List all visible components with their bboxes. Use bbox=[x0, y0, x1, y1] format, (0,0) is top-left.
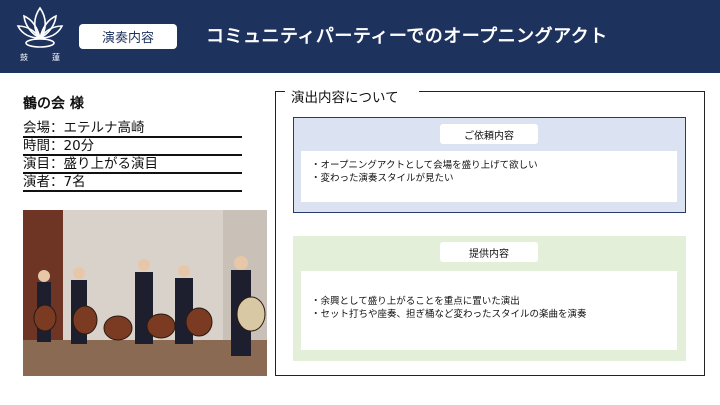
info-performers: 演者：7名 bbox=[23, 174, 242, 192]
info-program: 演目：盛り上がる演目 bbox=[23, 156, 242, 174]
offer-item: ・セット打ちや座奏、担ぎ桶など変わったスタイルの楽曲を演奏 bbox=[311, 309, 587, 320]
offer-list: ・余興として盛り上がることを重点に置いた演出 ・セット打ちや座奏、担ぎ桶など変わ… bbox=[301, 271, 677, 350]
page-title: コミュニティパーティーでのオープニングアクト bbox=[206, 26, 608, 47]
request-label: ご依頼内容 bbox=[440, 124, 538, 144]
client-name: 鶴の会 様 bbox=[23, 96, 84, 112]
performance-photo bbox=[23, 210, 267, 376]
offer-label: 提供内容 bbox=[440, 242, 538, 262]
request-item: ・変わった演奏スタイルが見たい bbox=[311, 173, 454, 184]
logo-char-right: 蓮 bbox=[52, 53, 60, 62]
section-tag: 演奏内容 bbox=[79, 24, 177, 49]
lotus-logo-icon: 鼓 蓮 bbox=[14, 4, 66, 66]
info-venue: 会場：エテルナ高崎 bbox=[23, 120, 242, 138]
header-bar: 鼓 蓮 演奏内容 コミュニティパーティーでのオープニングアクト bbox=[0, 0, 720, 73]
info-duration: 時間：20分 bbox=[23, 138, 242, 156]
offer-item: ・余興として盛り上がることを重点に置いた演出 bbox=[311, 296, 520, 307]
panel-title: 演出内容について bbox=[291, 90, 399, 106]
request-list: ・オープニングアクトとして会場を盛り上げて欲しい ・変わった演奏スタイルが見たい bbox=[301, 151, 677, 202]
logo-char-left: 鼓 bbox=[20, 53, 28, 62]
request-item: ・オープニングアクトとして会場を盛り上げて欲しい bbox=[311, 160, 538, 171]
